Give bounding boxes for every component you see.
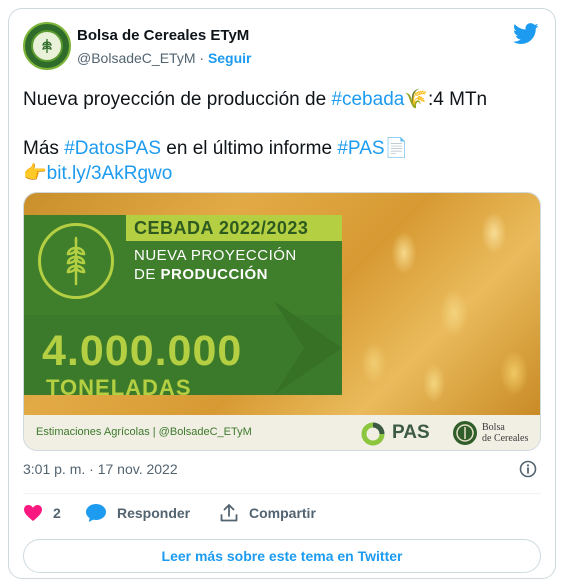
read-more-button[interactable]: Leer más sobre este tema en Twitter bbox=[23, 539, 541, 573]
media-title: CEBADA 2022/2023 bbox=[134, 218, 309, 238]
tweet-card: Bolsa de Cereales ETyM @BolsadeC_ETyM · … bbox=[8, 8, 556, 579]
avatar[interactable] bbox=[23, 22, 71, 70]
hashtag-pas[interactable]: #PAS bbox=[337, 138, 384, 159]
media-footer: Estimaciones Agrícolas | @BolsadeC_ETyM … bbox=[24, 415, 540, 450]
tweet-text-segment: en el último informe bbox=[161, 138, 338, 159]
share-button[interactable]: Compartir bbox=[219, 502, 316, 524]
follow-button[interactable]: Seguir bbox=[208, 50, 252, 66]
bolsa-seal-icon bbox=[453, 421, 477, 445]
wheat-badge-icon bbox=[38, 223, 114, 299]
tweet-text-segment: Más bbox=[23, 138, 65, 159]
tweet-text-segment: Nueva proyección de producción de bbox=[23, 89, 332, 110]
speech-bubble-icon bbox=[86, 504, 106, 522]
display-name[interactable]: Bolsa de Cereales ETyM bbox=[77, 27, 249, 44]
wheat-emoji-icon: 🌾 bbox=[404, 89, 428, 110]
share-label: Compartir bbox=[249, 505, 316, 521]
tweet-text: Nueva proyección de producción de #cebad… bbox=[23, 87, 543, 186]
separator-dot: · bbox=[199, 50, 205, 66]
media-value: 4.000.000 bbox=[42, 327, 243, 375]
chevron-decoration-icon bbox=[274, 301, 342, 395]
handle-row: @BolsadeC_ETyM · Seguir bbox=[77, 50, 252, 66]
tweet-media-image[interactable]: CEBADA 2022/2023 NUEVA PROYECCIÓN DE PRO… bbox=[23, 192, 541, 451]
heart-icon bbox=[24, 505, 42, 521]
reply-button[interactable]: Responder bbox=[85, 502, 190, 524]
like-button[interactable]: 2 bbox=[23, 502, 61, 524]
document-emoji-icon: 📄 bbox=[384, 138, 409, 159]
short-link[interactable]: bit.ly/3AkRgwo bbox=[47, 163, 173, 184]
like-count: 2 bbox=[53, 505, 61, 521]
media-subtitle-1: NUEVA PROYECCIÓN bbox=[134, 247, 297, 264]
user-handle[interactable]: @BolsadeC_ETyM bbox=[77, 50, 195, 66]
share-upload-icon bbox=[220, 504, 238, 522]
infographic-panel: CEBADA 2022/2023 NUEVA PROYECCIÓN DE PRO… bbox=[24, 215, 342, 400]
pas-logo-text: PAS bbox=[392, 422, 430, 443]
tweet-text-segment: :4 MTn bbox=[428, 89, 488, 110]
tweet-timestamp[interactable]: 3:01 p. m. · 17 nov. 2022 bbox=[23, 461, 178, 477]
hashtag-datospas[interactable]: #DatosPAS bbox=[64, 138, 161, 159]
bolsa-logo-text: Bolsa de Cereales bbox=[482, 422, 529, 444]
reply-label: Responder bbox=[117, 505, 191, 521]
divider bbox=[23, 493, 541, 494]
media-footer-text: Estimaciones Agrícolas | @BolsadeC_ETyM bbox=[36, 426, 252, 438]
twitter-bird-icon[interactable] bbox=[513, 23, 539, 45]
pas-logo: PAS bbox=[360, 421, 430, 447]
info-icon[interactable] bbox=[519, 460, 537, 478]
hashtag-cebada[interactable]: #cebada bbox=[331, 89, 404, 110]
media-unit: TONELADAS bbox=[46, 375, 192, 400]
pas-logo-icon bbox=[361, 422, 385, 446]
pointing-hand-emoji-icon: 👉 bbox=[23, 163, 47, 184]
action-bar: 2 Responder Compartir bbox=[23, 502, 543, 526]
media-subtitle-2: DE PRODUCCIÓN bbox=[134, 266, 269, 283]
avatar-logo-icon bbox=[31, 30, 63, 62]
